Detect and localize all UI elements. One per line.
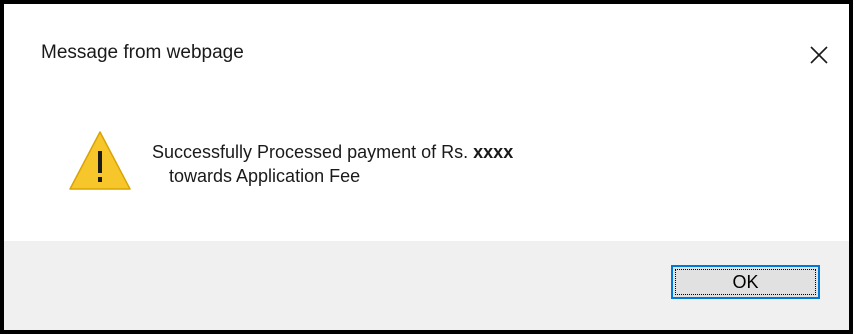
close-icon [810,46,828,64]
warning-icon [67,129,133,193]
message-text: Successfully Processed payment of Rs. [152,142,469,162]
ok-button-label: OK [732,272,759,292]
dialog-titlebar: Message from webpage [4,4,849,104]
dialog-body: Successfully Processed payment of Rs. xx… [4,104,849,241]
dialog-title: Message from webpage [41,42,244,63]
dialog-message: Successfully Processed payment of Rs. xx… [152,140,513,188]
message-line-1: Successfully Processed payment of Rs. xx… [152,140,513,164]
ok-button[interactable]: OK [671,265,820,299]
dialog-footer: OK [4,241,849,330]
message-dialog: Message from webpage Successfully Proces… [0,0,853,334]
message-line-2: towards Application Fee [169,166,361,186]
payment-amount: xxxx [473,142,514,162]
close-button[interactable] [801,37,837,73]
